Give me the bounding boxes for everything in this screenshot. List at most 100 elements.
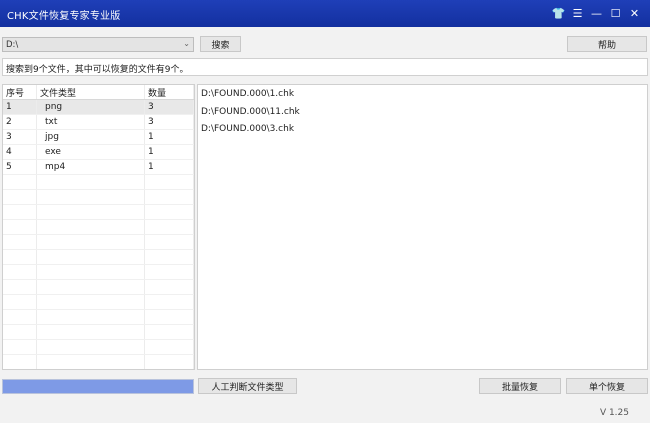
cell-count: 3 [144,114,194,130]
chevron-down-icon[interactable]: ⌄ [183,39,190,48]
cell-index: 4 [3,144,37,160]
table-header-row: 序号 文件类型 数量 [3,85,194,100]
empty-cell [36,339,145,355]
table-row-empty [3,339,194,355]
empty-cell [3,219,37,235]
empty-cell [144,249,194,265]
cell-type: png [36,99,145,115]
empty-cell [36,189,145,205]
manual-type-button[interactable]: 人工判断文件类型 [198,378,297,394]
empty-cell [36,234,145,250]
window-controls: 👕 ☰ — ☐ ✕ [551,4,642,22]
empty-cell [144,189,194,205]
menu-icon[interactable]: ☰ [570,4,585,22]
file-item[interactable]: D:\FOUND.000\3.chk [201,124,294,134]
table-row-empty [3,264,194,280]
table-row[interactable]: 5 mp4 1 [3,159,194,175]
empty-cell [36,204,145,220]
empty-cell [3,324,37,340]
path-value: D:\ [6,40,19,50]
empty-cell [144,324,194,340]
title-bar: CHK文件恢复专家专业版 👕 ☰ — ☐ ✕ [0,0,650,27]
table-row-empty [3,279,194,295]
empty-cell [36,249,145,265]
empty-cell [3,204,37,220]
empty-cell [144,339,194,355]
empty-cell [36,324,145,340]
empty-cell [36,174,145,190]
maximize-icon[interactable]: ☐ [608,4,623,22]
empty-cell [36,309,145,325]
status-text: 搜索到9个文件，其中可以恢复的文件有9个。 [6,65,189,75]
file-item[interactable]: D:\FOUND.000\11.chk [201,107,300,117]
table-row[interactable]: 2 txt 3 [3,114,194,130]
cell-count: 1 [144,159,194,175]
empty-cell [3,294,37,310]
cell-index: 3 [3,129,37,145]
table-row-empty [3,309,194,325]
empty-cell [144,234,194,250]
empty-cell [3,354,37,369]
table-row[interactable]: 4 exe 1 [3,144,194,160]
window-title: CHK文件恢复专家专业版 [7,11,121,22]
empty-cell [3,249,37,265]
empty-cell [36,219,145,235]
empty-cell [144,219,194,235]
cell-type: jpg [36,129,145,145]
path-select[interactable]: D:\ ⌄ [2,37,194,52]
close-icon[interactable]: ✕ [627,4,642,22]
empty-cell [144,174,194,190]
empty-cell [3,234,37,250]
search-button[interactable]: 搜索 [200,36,241,52]
help-button[interactable]: 帮助 [567,36,647,52]
file-list: D:\FOUND.000\1.chk D:\FOUND.000\11.chk D… [197,84,648,370]
empty-cell [36,279,145,295]
progress-bar [2,379,194,394]
empty-cell [3,279,37,295]
cell-count: 1 [144,144,194,160]
empty-cell [3,189,37,205]
empty-cell [36,264,145,280]
version-label: V 1.25 [599,408,629,418]
column-header-type[interactable]: 文件类型 [36,85,145,100]
status-line: 搜索到9个文件，其中可以恢复的文件有9个。 [2,58,648,76]
empty-cell [144,294,194,310]
table-row[interactable]: 1 png 3 [3,99,194,115]
cell-type: txt [36,114,145,130]
empty-cell [144,204,194,220]
batch-recover-button[interactable]: 批量恢复 [479,378,561,394]
empty-cell [3,174,37,190]
empty-cell [3,339,37,355]
empty-cell [144,354,194,369]
empty-cell [36,294,145,310]
progress-fill [3,380,193,393]
empty-cell [144,279,194,295]
cell-index: 2 [3,114,37,130]
cell-count: 3 [144,99,194,115]
table-row[interactable]: 3 jpg 1 [3,129,194,145]
empty-cell [144,264,194,280]
cell-count: 1 [144,129,194,145]
column-header-index[interactable]: 序号 [3,85,37,100]
empty-cell [36,354,145,369]
table-row-empty [3,174,194,190]
empty-cell [144,309,194,325]
minimize-icon[interactable]: — [589,4,604,22]
single-recover-button[interactable]: 单个恢复 [566,378,648,394]
cell-type: exe [36,144,145,160]
table-row-empty [3,324,194,340]
table-row-empty [3,204,194,220]
cell-index: 5 [3,159,37,175]
file-item[interactable]: D:\FOUND.000\1.chk [201,89,294,99]
table-row-empty [3,354,194,369]
table-row-empty [3,234,194,250]
column-header-count[interactable]: 数量 [144,85,194,100]
file-type-table: 序号 文件类型 数量 1 png 3 2 txt 3 3 jpg 1 4 exe 1 5 mp4 1 [2,84,195,370]
empty-cell [3,264,37,280]
table-row-empty [3,294,194,310]
cell-index: 1 [3,99,37,115]
shirt-icon[interactable]: 👕 [551,4,566,22]
empty-cell [3,309,37,325]
table-row-empty [3,189,194,205]
table-row-empty [3,219,194,235]
